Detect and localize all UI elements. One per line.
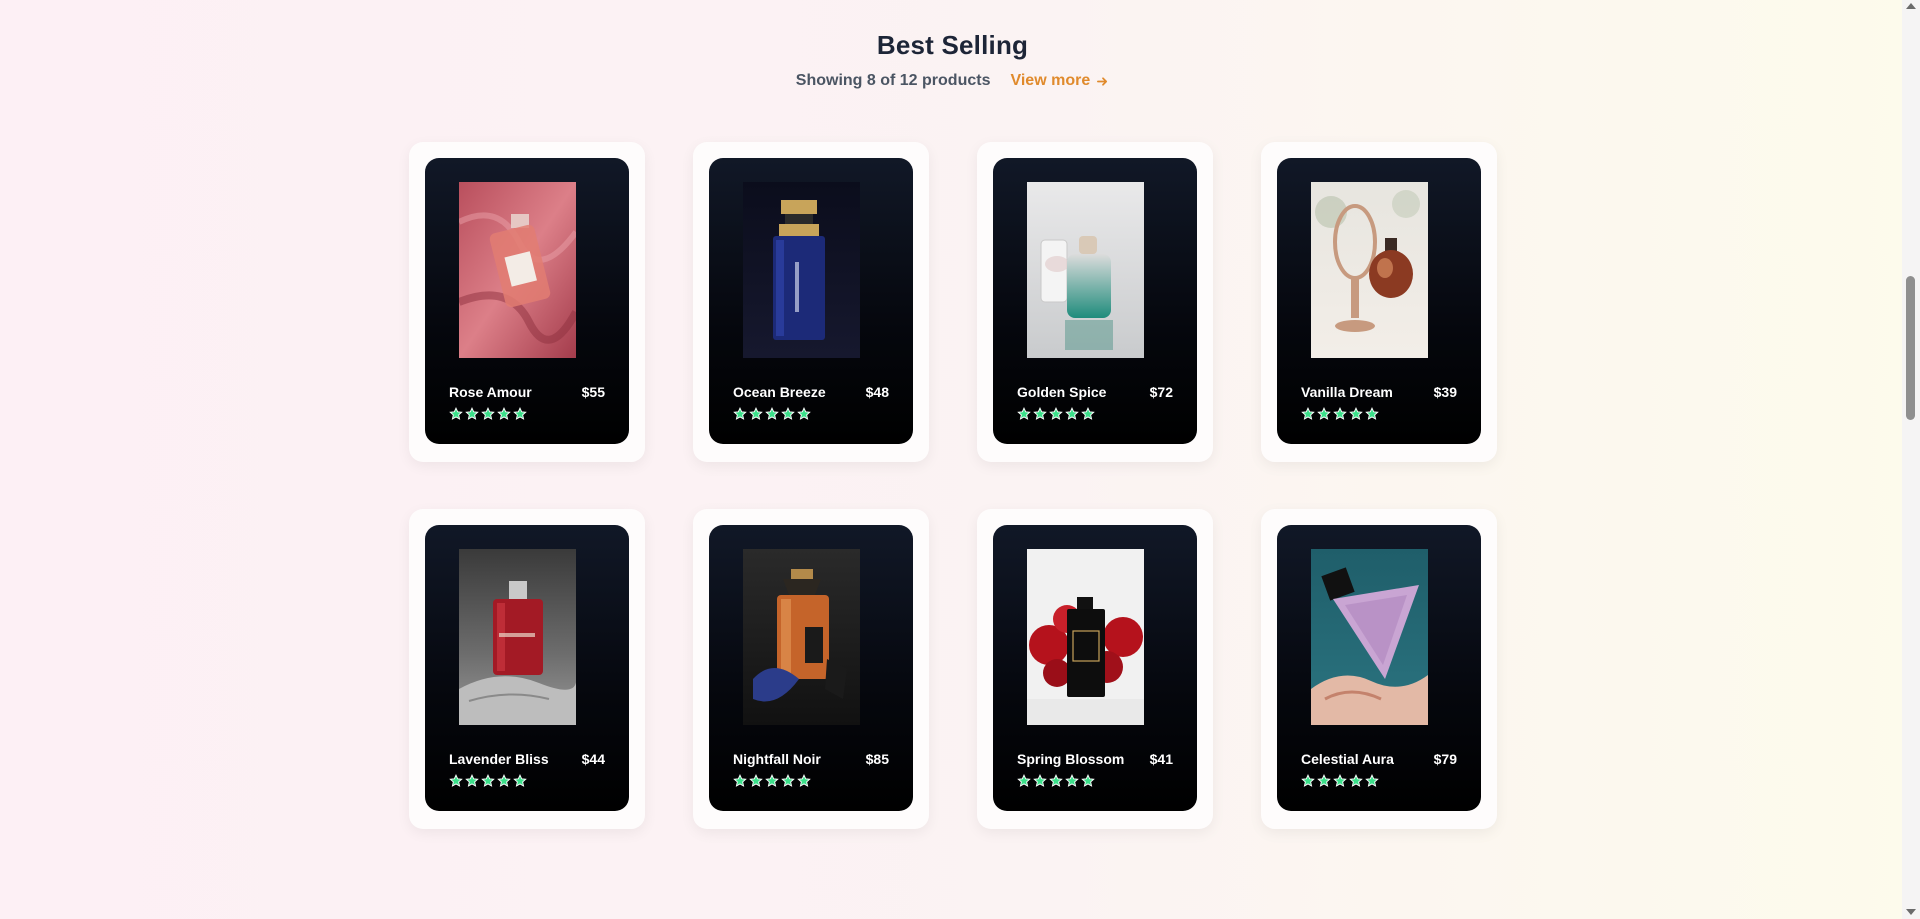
product-price: $41 [1149,751,1173,767]
product-card-inner: Golden Spice $72 [993,158,1197,444]
star-icon [1065,774,1079,787]
product-image [1027,549,1144,725]
scroll-up-arrow-icon[interactable] [1906,3,1916,9]
product-image [1311,182,1428,358]
star-icon [1333,407,1347,420]
product-card[interactable]: Rose Amour $55 [409,142,645,462]
product-card[interactable]: Lavender Bliss $44 [409,509,645,829]
star-icon [1033,407,1047,420]
star-icon [1349,774,1363,787]
product-image [1311,549,1428,725]
star-icon [765,407,779,420]
star-icon [1301,774,1315,787]
scroll-down-arrow-icon[interactable] [1906,909,1916,915]
star-icon [749,407,763,420]
star-icon [497,774,511,787]
product-card-inner: Spring Blossom $41 [993,525,1197,811]
star-icon [449,774,463,787]
star-icon [797,407,811,420]
product-name: Ocean Breeze [733,384,826,400]
product-price: $85 [865,751,889,767]
star-icon [1317,407,1331,420]
rating-stars [1301,407,1379,421]
star-icon [1301,407,1315,420]
product-name: Lavender Bliss [449,751,549,767]
star-icon [481,774,495,787]
star-icon [449,407,463,420]
star-icon [1033,774,1047,787]
star-icon [797,774,811,787]
product-price: $79 [1433,751,1457,767]
star-icon [1317,774,1331,787]
star-icon [497,407,511,420]
scrollbar-thumb[interactable] [1906,276,1915,420]
product-image [1027,182,1144,358]
product-card[interactable]: Vanilla Dream $39 [1261,142,1497,462]
section-title: Best Selling [876,30,1029,60]
product-image [743,549,860,725]
star-icon [733,407,747,420]
product-price: $48 [865,384,889,400]
product-card-inner: Ocean Breeze $48 [709,158,913,444]
product-name: Nightfall Noir [733,751,821,767]
product-name: Vanilla Dream [1301,384,1393,400]
star-icon [1081,407,1095,420]
product-price: $72 [1149,384,1173,400]
star-icon [1017,774,1031,787]
star-icon [749,774,763,787]
rating-stars [449,774,527,788]
product-image [459,549,576,725]
star-icon [1017,407,1031,420]
star-icon [1365,774,1379,787]
product-card-inner: Rose Amour $55 [425,158,629,444]
star-icon [465,774,479,787]
star-icon [513,407,527,420]
star-icon [1333,774,1347,787]
star-icon [1365,407,1379,420]
product-name: Spring Blossom [1017,751,1125,767]
star-icon [481,407,495,420]
product-name: Golden Spice [1017,384,1107,400]
product-price: $39 [1433,384,1457,400]
star-icon [465,407,479,420]
star-icon [765,774,779,787]
best-selling-section: Best Selling Showing 8 of 12 products Vi… [0,0,1902,919]
product-name: Celestial Aura [1301,751,1394,767]
product-count: Showing 8 of 12 products [795,72,991,89]
product-price: $44 [581,751,605,767]
product-card[interactable]: Celestial Aura $79 [1261,509,1497,829]
product-card[interactable]: Ocean Breeze $48 [693,142,929,462]
rating-stars [733,774,811,788]
product-card[interactable]: Golden Spice $72 [977,142,1213,462]
section-subline: Showing 8 of 12 products View more [0,72,1905,90]
product-card-inner: Lavender Bliss $44 [425,525,629,811]
rating-stars [1017,774,1095,788]
product-card-inner: Nightfall Noir $85 [709,525,913,811]
rating-stars [449,407,527,421]
rating-stars [733,407,811,421]
product-card[interactable]: Nightfall Noir $85 [693,509,929,829]
product-card[interactable]: Spring Blossom $41 [977,509,1213,829]
product-card-inner: Celestial Aura $79 [1277,525,1481,811]
star-icon [1049,407,1063,420]
rating-stars [1301,774,1379,788]
star-icon [781,774,795,787]
star-icon [733,774,747,787]
product-price: $55 [581,384,605,400]
product-name: Rose Amour [449,384,532,400]
product-card-inner: Vanilla Dream $39 [1277,158,1481,444]
star-icon [1049,774,1063,787]
product-image [459,182,576,358]
star-icon [1349,407,1363,420]
star-icon [1065,407,1079,420]
rating-stars [1017,407,1095,421]
view-more-label: View more [1010,72,1091,89]
star-icon [1081,774,1095,787]
product-image [743,182,860,358]
view-more-link[interactable]: View more [1010,72,1109,90]
star-icon [513,774,527,787]
arrow-right-icon [1097,76,1108,86]
vertical-scrollbar[interactable] [1902,0,1920,919]
star-icon [781,407,795,420]
